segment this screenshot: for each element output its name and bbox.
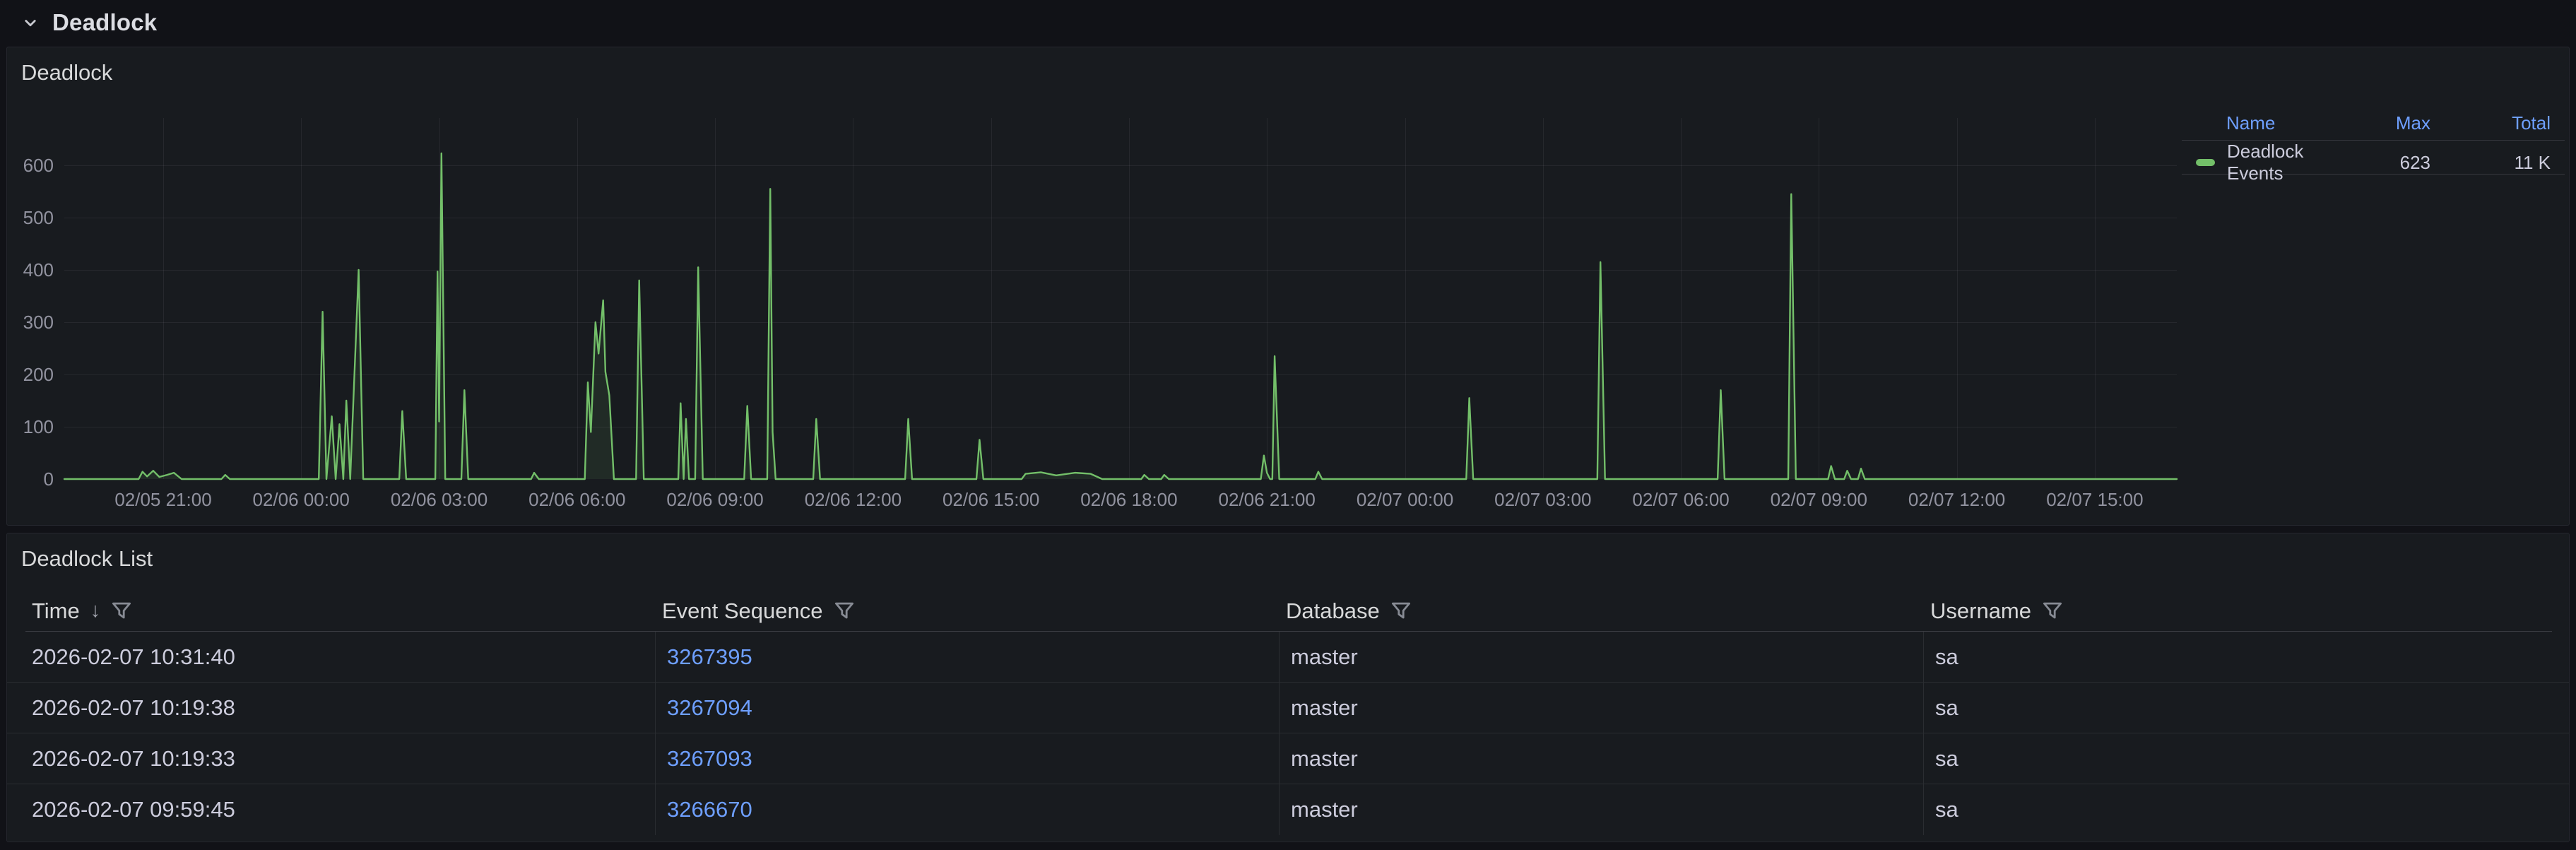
- event-sequence-link[interactable]: 3267094: [667, 695, 752, 721]
- cell-event-sequence: 3267093: [656, 733, 1280, 784]
- legend-total-value: 11 K: [2430, 152, 2551, 174]
- panel-title[interactable]: Deadlock List: [21, 546, 153, 572]
- column-header-time[interactable]: Time ↓: [25, 598, 656, 624]
- x-axis-label: 02/06 15:00: [921, 489, 1062, 511]
- x-axis-label: 02/06 03:00: [369, 489, 510, 511]
- cell-event-sequence: 3267395: [656, 632, 1280, 682]
- cell-database: master: [1280, 683, 1924, 733]
- event-sequence-link[interactable]: 3267395: [667, 644, 752, 670]
- y-axis-label: 600: [7, 155, 54, 176]
- cell-event-sequence: 3267094: [656, 683, 1280, 733]
- y-axis-label: 300: [7, 312, 54, 333]
- x-axis-label: 02/07 00:00: [1335, 489, 1476, 511]
- filter-icon[interactable]: [1390, 601, 1412, 622]
- cell-database: master: [1280, 632, 1924, 682]
- legend-max-value: 623: [2353, 152, 2430, 174]
- row-title: Deadlock: [52, 9, 157, 36]
- filter-icon[interactable]: [111, 601, 132, 622]
- deadlock-list-panel: Deadlock List Time ↓ Event Sequence Databas…: [6, 533, 2570, 842]
- x-axis-label: 02/07 12:00: [1886, 489, 2028, 511]
- cell-username: sa: [1924, 784, 2569, 835]
- table-row: 2026-02-07 10:31:40 3267395 mastersa: [7, 632, 2569, 683]
- legend-header-name[interactable]: Name: [2182, 112, 2353, 134]
- table-header-row: Time ↓ Event Sequence Database Username: [25, 591, 2552, 632]
- y-axis-label: 100: [7, 416, 54, 437]
- table-body: 2026-02-07 10:31:403267395mastersa2026-0…: [7, 632, 2569, 835]
- deadlock-events-series: [64, 118, 2177, 479]
- column-header-event-sequence[interactable]: Event Sequence: [656, 598, 1280, 624]
- event-sequence-link[interactable]: 3267093: [667, 746, 752, 772]
- cell-username: sa: [1924, 683, 2569, 733]
- x-axis-label: 02/06 00:00: [230, 489, 372, 511]
- x-axis-label: 02/06 12:00: [782, 489, 923, 511]
- cell-database: master: [1280, 733, 1924, 784]
- panel-title[interactable]: Deadlock: [21, 60, 112, 85]
- x-axis-label: 02/07 09:00: [1748, 489, 1889, 511]
- chevron-down-icon: [20, 12, 41, 33]
- series-color-swatch: [2196, 159, 2215, 166]
- y-axis-label: 0: [7, 468, 54, 490]
- cell-time: 2026-02-07 10:19:33: [7, 733, 656, 784]
- legend-header-max[interactable]: Max: [2353, 112, 2430, 134]
- x-axis-label: 02/07 03:00: [1472, 489, 1614, 511]
- x-axis-label: 02/07 06:00: [1610, 489, 1751, 511]
- column-header-database[interactable]: Database: [1280, 598, 1924, 624]
- x-axis-label: 02/06 18:00: [1058, 489, 1200, 511]
- cell-username: sa: [1924, 632, 2569, 682]
- filter-icon[interactable]: [834, 601, 855, 622]
- sort-desc-icon: ↓: [90, 601, 101, 621]
- table-row: 2026-02-07 10:19:38 3267094 mastersa: [7, 683, 2569, 733]
- timeseries-plot[interactable]: [64, 118, 2177, 479]
- legend-header-total[interactable]: Total: [2430, 112, 2551, 134]
- x-axis-label: 02/06 09:00: [644, 489, 786, 511]
- x-axis-label: 02/05 21:00: [93, 489, 234, 511]
- chart-legend: Name Max Total Deadlock Events 623 11 K: [2182, 107, 2565, 175]
- column-header-username[interactable]: Username: [1924, 598, 2552, 624]
- column-label: Username: [1930, 598, 2031, 624]
- x-axis-label: 02/07 15:00: [2024, 489, 2166, 511]
- x-axis-label: 02/06 06:00: [507, 489, 648, 511]
- legend-item: Deadlock Events 623 11 K: [2182, 141, 2565, 175]
- x-axis-label: 02/06 21:00: [1196, 489, 1337, 511]
- cell-event-sequence: 3266670: [656, 784, 1280, 835]
- dashboard-row-toggle[interactable]: Deadlock: [20, 7, 157, 38]
- legend-header: Name Max Total: [2182, 107, 2565, 141]
- table-row: 2026-02-07 09:59:45 3266670 mastersa: [7, 784, 2569, 835]
- cell-username: sa: [1924, 733, 2569, 784]
- deadlock-chart-panel: Deadlock 0 100 200 300 400 500 600 02/05 21:00…: [6, 47, 2570, 526]
- legend-series-toggle[interactable]: Deadlock Events: [2182, 141, 2353, 184]
- y-axis-label: 500: [7, 207, 54, 228]
- column-label: Event Sequence: [662, 598, 823, 624]
- legend-series-label: Deadlock Events: [2227, 141, 2353, 184]
- column-label: Time: [32, 598, 80, 624]
- column-label: Database: [1286, 598, 1380, 624]
- y-axis-label: 400: [7, 259, 54, 281]
- y-axis-label: 200: [7, 364, 54, 385]
- event-sequence-link[interactable]: 3266670: [667, 797, 752, 822]
- table-row: 2026-02-07 10:19:33 3267093 mastersa: [7, 733, 2569, 784]
- cell-time: 2026-02-07 09:59:45: [7, 784, 656, 835]
- filter-icon[interactable]: [2042, 601, 2063, 622]
- cell-time: 2026-02-07 10:31:40: [7, 632, 656, 682]
- cell-time: 2026-02-07 10:19:38: [7, 683, 656, 733]
- cell-database: master: [1280, 784, 1924, 835]
